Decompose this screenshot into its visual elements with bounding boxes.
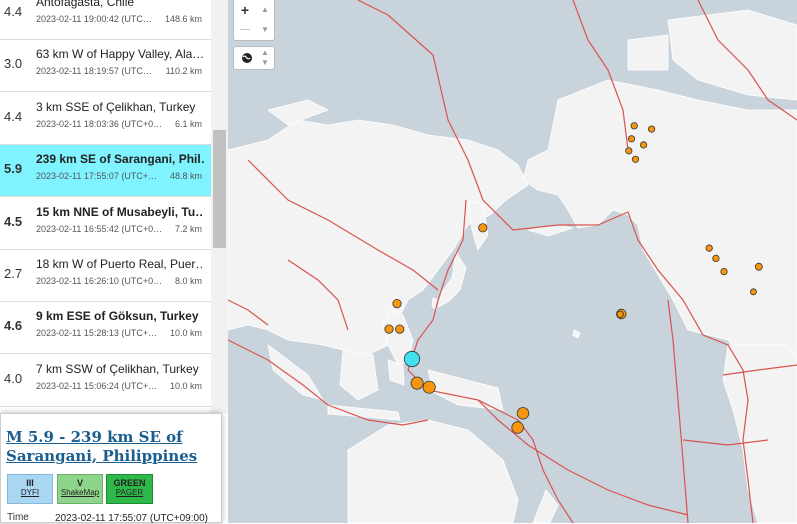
earthquake-list-item[interactable]: 3.0 63 km W of Happy Valley, Ala… 2023-02-…: [0, 40, 211, 93]
zoom-out-button[interactable]: —: [234, 20, 256, 40]
earthquake-list-item[interactable]: 4.6 9 km ESE of Göksun, Turkey 2023-02-11 …: [0, 302, 211, 355]
earthquake-list-item[interactable]: 4.0 7 km SSW of Çelikhan, Turkey 2023-02-1…: [0, 354, 211, 407]
event-popup: M 5.9 - 239 km SE of Sarangani, Philippi…: [0, 413, 222, 524]
earthquake-place: Antofagasta, Chile: [36, 0, 135, 9]
shakemap-level: V: [76, 478, 83, 488]
chevron-up-icon[interactable]: ▲: [258, 0, 272, 20]
earthquake-list-item[interactable]: 4.4 3 km SSE of Çelikhan, Turkey 2023-02-1…: [0, 92, 211, 145]
earthquake-depth: 10.0 km: [169, 380, 202, 391]
map-canvas[interactable]: [228, 0, 797, 523]
earthquake-magnitude: 4.4: [4, 4, 23, 19]
earthquake-list-item[interactable]: 4.4 Antofagasta, Chile 2023-02-11 19:00:42…: [0, 0, 211, 40]
earthquake-depth: 7.2 km: [174, 223, 202, 234]
earthquake-depth: 8.0 km: [174, 276, 202, 286]
pager-badge[interactable]: GREEN PAGER: [106, 474, 153, 504]
world-map[interactable]: [228, 0, 797, 523]
time-value: 2023-02-11 17:55:07 (UTC+09:00): [55, 513, 208, 524]
earthquake-place: 63 km W of Happy Valley, Ala…: [36, 47, 204, 62]
dyfi-label: DYFI: [20, 488, 40, 497]
zoom-control: + — ▲ ▼: [233, 0, 275, 41]
zoom-in-button[interactable]: +: [234, 0, 256, 20]
globe-control: ▲ ▼: [233, 46, 275, 70]
earthquake-place: 15 km NNE of Musabeyli, Tu…: [36, 204, 204, 219]
earthquake-marker[interactable]: [627, 135, 636, 143]
dyfi-badge[interactable]: III DYFI: [7, 474, 53, 504]
earthquake-place: 239 km SE of Sarangani, Phil…: [36, 152, 204, 167]
earthquake-time: 2023-02-11 19:00:42 (UTC…: [36, 14, 152, 24]
earthquake-depth: 10.0 km: [169, 328, 202, 339]
earthquake-marker[interactable]: [511, 421, 524, 434]
earthquake-magnitude: 5.9: [4, 161, 23, 177]
pager-level: GREEN: [113, 478, 146, 488]
earthquake-list-item[interactable]: 4.5 15 km NNE of Musabeyli, Tu… 2023-02-11…: [0, 197, 211, 250]
earthquake-depth: 110.2 km: [165, 66, 202, 77]
earthquake-magnitude: 4.5: [4, 213, 23, 229]
event-title-link[interactable]: M 5.9 - 239 km SE of Sarangani, Philippi…: [6, 428, 211, 466]
earthquake-time: 2023-02-11 18:03:36 (UTC+0…: [36, 118, 163, 129]
shakemap-label: ShakeMap: [60, 488, 100, 497]
earthquake-marker[interactable]: [395, 324, 405, 334]
earthquake-place: 9 km ESE of Göksun, Turkey: [36, 309, 199, 324]
time-label: Time: [7, 512, 29, 523]
earthquake-marker[interactable]: [384, 324, 394, 334]
chevron-down-icon[interactable]: ▼: [258, 58, 272, 68]
earthquake-marker[interactable]: [647, 125, 656, 133]
earthquake-marker[interactable]: [625, 147, 633, 155]
earthquake-marker[interactable]: [478, 223, 488, 233]
earthquake-marker[interactable]: [616, 310, 624, 318]
earthquake-magnitude: 4.0: [4, 370, 23, 386]
earthquake-marker[interactable]: [705, 244, 713, 252]
earthquake-marker[interactable]: [631, 155, 640, 163]
earthquake-time: 2023-02-11 16:55:42 (UTC+0…: [36, 223, 163, 234]
earthquake-marker[interactable]: [754, 262, 763, 271]
list-scrollbar-thumb[interactable]: [213, 130, 226, 248]
chevron-up-icon[interactable]: ▲: [258, 48, 272, 58]
globe-icon[interactable]: [236, 47, 258, 69]
earthquake-place: 3 km SSE of Çelikhan, Turkey: [36, 99, 196, 114]
earthquake-time: 2023-02-11 15:28:13 (UTC+…: [36, 328, 158, 339]
earthquake-list-item[interactable]: 5.9 239 km SE of Sarangani, Phil… 2023-02-…: [0, 145, 211, 198]
selected-earthquake-marker[interactable]: [403, 350, 421, 368]
earthquake-marker[interactable]: [516, 407, 530, 420]
earthquake-marker[interactable]: [392, 298, 402, 309]
earthquake-marker[interactable]: [410, 376, 424, 390]
earthquake-marker[interactable]: [750, 288, 757, 296]
chevron-down-icon[interactable]: ▼: [258, 20, 272, 40]
pager-label: PAGER: [115, 488, 144, 497]
earthquake-marker[interactable]: [422, 380, 436, 394]
earthquake-magnitude: 3.0: [4, 56, 23, 72]
earthquake-magnitude: 4.6: [4, 318, 23, 334]
earthquake-magnitude: 2.7: [4, 266, 23, 281]
earthquake-time: 2023-02-11 16:26:10 (UTC+0…: [36, 276, 163, 286]
earthquake-depth: 148.6 km: [164, 14, 202, 24]
earthquake-marker[interactable]: [630, 122, 638, 130]
earthquake-place: 18 km W of Puerto Real, Puer…: [36, 257, 204, 271]
earthquake-time: 2023-02-11 15:06:24 (UTC+…: [36, 380, 158, 391]
earthquake-marker[interactable]: [720, 267, 728, 276]
earthquake-list-item[interactable]: 2.7 18 km W of Puerto Real, Puer… 2023-02-…: [0, 250, 211, 302]
earthquake-depth: 6.1 km: [174, 118, 202, 129]
earthquake-magnitude: 4.4: [4, 108, 23, 124]
earthquake-place: 7 km SSW of Çelikhan, Turkey: [36, 361, 199, 376]
earthquake-time: 2023-02-11 17:55:07 (UTC+…: [36, 171, 158, 182]
earthquake-marker[interactable]: [712, 254, 720, 262]
earthquake-depth: 48.8 km: [169, 171, 202, 182]
earthquake-time: 2023-02-11 18:19:57 (UTC…: [36, 66, 152, 77]
dyfi-level: III: [26, 478, 34, 488]
shakemap-badge[interactable]: V ShakeMap: [57, 474, 103, 504]
earthquake-marker[interactable]: [639, 141, 648, 149]
